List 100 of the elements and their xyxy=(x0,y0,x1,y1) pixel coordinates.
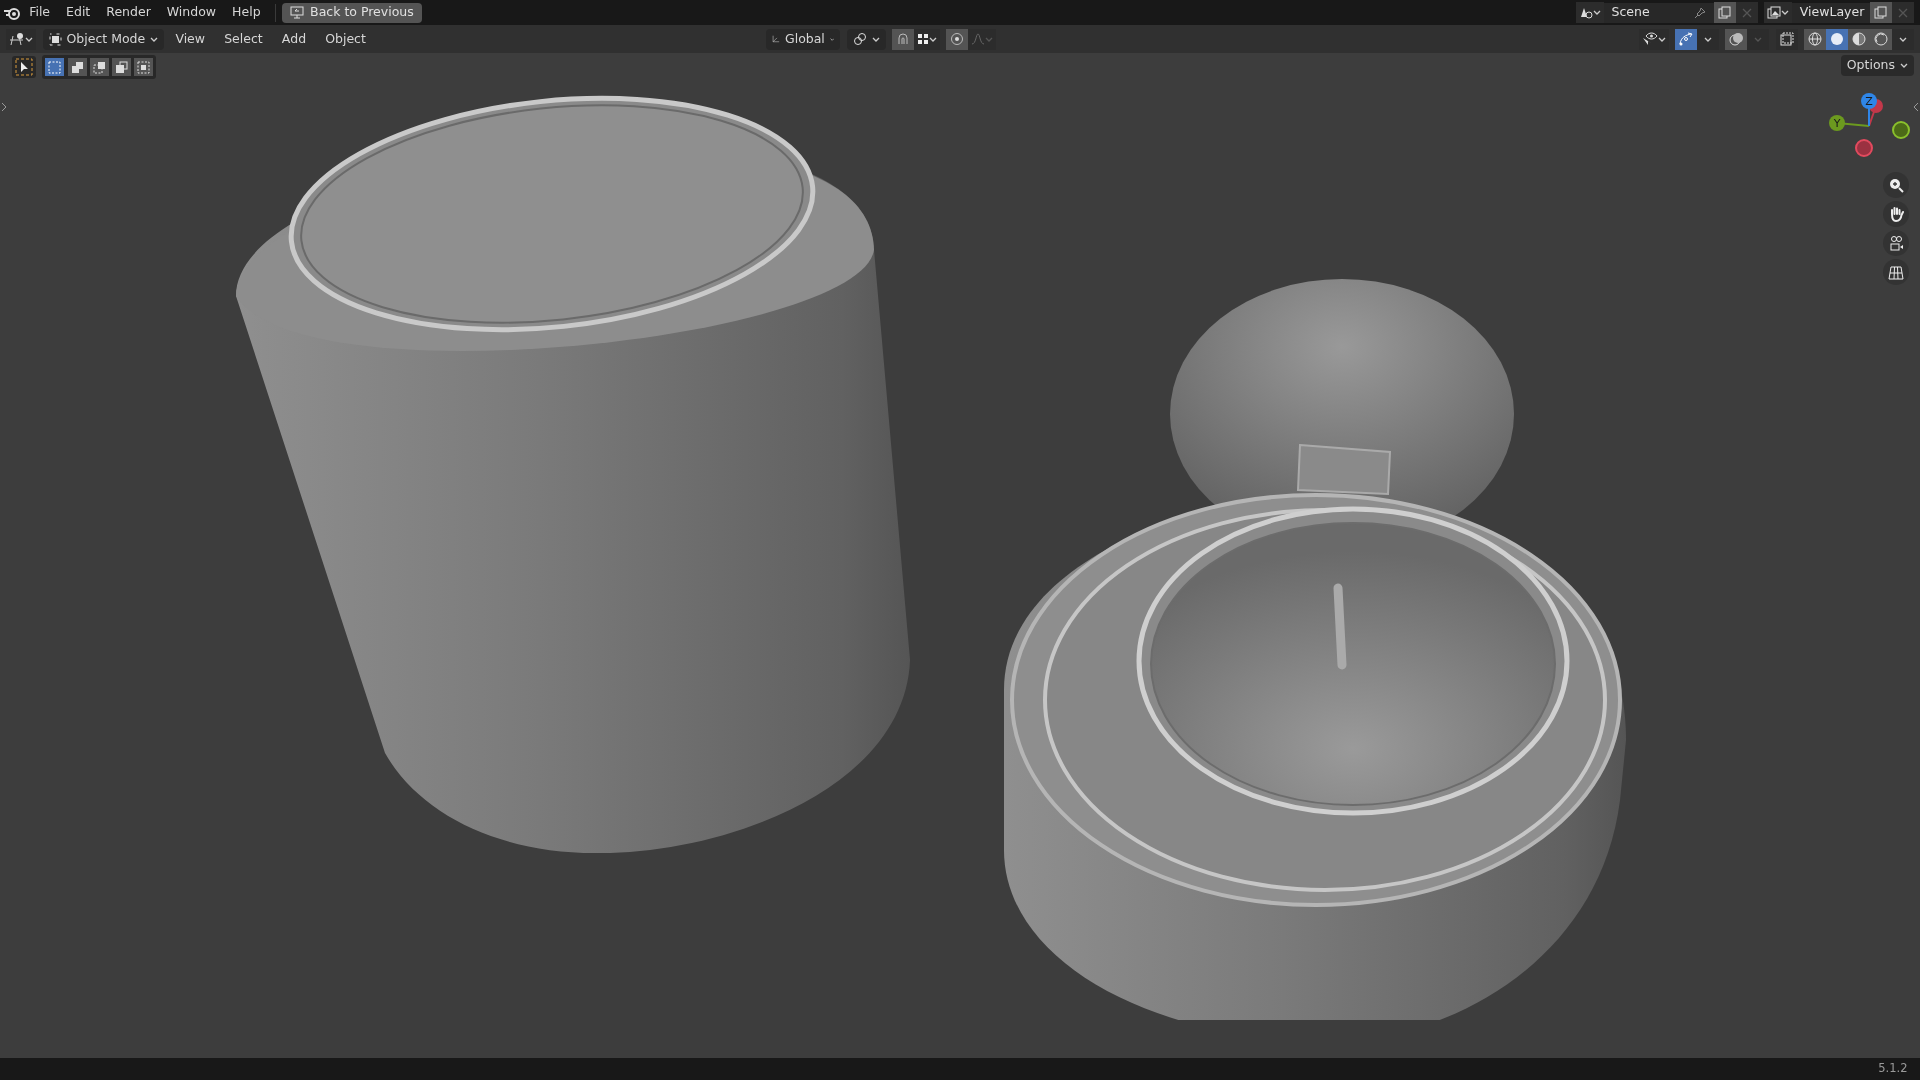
selection-mode-button[interactable] xyxy=(111,58,131,77)
wireframe-sphere-icon xyxy=(1807,32,1822,46)
options-label: Options xyxy=(1846,56,1895,75)
menu-item[interactable]: Edit xyxy=(58,1,99,24)
grid-plane-icon xyxy=(1888,264,1904,281)
camera-view-button[interactable] xyxy=(1883,230,1909,257)
caret-icon xyxy=(1780,9,1789,16)
axis-handle[interactable] xyxy=(1855,139,1873,157)
pivot-dropdown[interactable] xyxy=(846,28,886,50)
camera-icon xyxy=(1888,235,1904,252)
snap-target-dropdown[interactable] xyxy=(913,28,940,50)
axis-label: Y xyxy=(1833,117,1841,130)
caret-icon xyxy=(985,35,993,43)
viewport-icon xyxy=(9,32,26,46)
menu-item[interactable]: Help xyxy=(224,1,269,24)
xray-square-icon xyxy=(1779,32,1794,46)
axis-label: Z xyxy=(1865,95,1873,108)
grid-dots-icon xyxy=(916,33,929,45)
close-icon xyxy=(1897,7,1908,18)
caret-icon xyxy=(1704,35,1712,43)
scene-selector[interactable] xyxy=(1575,2,1604,23)
overlay-toggle[interactable] xyxy=(1725,28,1748,50)
object-mode-icon xyxy=(48,32,62,46)
mode-label: Object Mode xyxy=(66,29,146,48)
zoom-button[interactable] xyxy=(1883,172,1909,198)
scene-name-field[interactable]: Scene xyxy=(1603,2,1714,23)
hand-icon xyxy=(1888,206,1904,223)
copy-icon xyxy=(1874,6,1888,19)
caret-icon xyxy=(1898,35,1907,43)
menu-item[interactable]: File xyxy=(21,1,59,24)
falloff-curve-icon xyxy=(971,33,985,45)
menu-item[interactable]: Select xyxy=(216,27,271,51)
shaded-sphere-icon xyxy=(1873,32,1888,46)
scene-icon xyxy=(1578,6,1593,19)
menu-item[interactable]: Render xyxy=(98,1,159,24)
dashed-square-icon xyxy=(48,60,62,74)
axis-handle[interactable] xyxy=(1861,93,1877,109)
proportional-editing-toggle[interactable] xyxy=(946,28,968,50)
new-view-layer-button[interactable] xyxy=(1869,2,1892,23)
pan-button[interactable] xyxy=(1883,201,1909,228)
caret-icon xyxy=(1592,9,1601,16)
selectability-dropdown[interactable] xyxy=(1638,28,1669,50)
projection-button[interactable] xyxy=(1883,259,1909,286)
mode-dropdown[interactable]: Object Mode xyxy=(42,28,165,50)
copy-icon xyxy=(1718,6,1731,19)
xray-toggle[interactable] xyxy=(1775,28,1798,50)
menu-item[interactable]: View xyxy=(167,27,214,51)
select-tool-button[interactable] xyxy=(12,56,36,79)
caret-icon xyxy=(1900,62,1908,69)
sidebar-toggle-icon[interactable] xyxy=(1,102,7,112)
half-shaded-sphere-icon xyxy=(1851,32,1866,46)
target-circle-icon xyxy=(950,32,964,46)
monitor-icon xyxy=(290,6,305,19)
pin-icon xyxy=(1693,6,1706,19)
caret-icon xyxy=(871,35,880,43)
view-layer-field[interactable]: ViewLayer xyxy=(1791,2,1870,23)
zoom-icon xyxy=(1888,177,1904,193)
caret-icon xyxy=(829,35,835,43)
image-stack-icon xyxy=(1766,6,1781,19)
gizmo-toggle[interactable] xyxy=(1675,28,1697,50)
caret-icon xyxy=(150,35,159,43)
axis-handle[interactable] xyxy=(1829,115,1845,131)
menu-item[interactable]: Add xyxy=(273,27,315,51)
caret-icon xyxy=(928,35,937,43)
caret-icon xyxy=(1657,35,1666,43)
caret-icon xyxy=(25,35,34,43)
link-icon xyxy=(852,32,867,46)
selection-mode-button[interactable] xyxy=(89,58,109,77)
selection-mode-button[interactable] xyxy=(133,58,153,77)
menu-item[interactable]: Object xyxy=(317,27,374,51)
subtract-squares-icon xyxy=(92,60,106,74)
shading-mode-button[interactable] xyxy=(1803,28,1826,50)
scene-name: Scene xyxy=(1611,3,1651,22)
close-icon xyxy=(1741,7,1752,18)
selection-mode-button[interactable] xyxy=(45,58,65,77)
eye-cursor-icon xyxy=(1641,32,1658,46)
shading-mode-button[interactable] xyxy=(1847,28,1870,50)
selection-mode-button[interactable] xyxy=(67,58,87,77)
options-dropdown[interactable]: Options xyxy=(1840,55,1914,76)
version-label: 5.1.2 xyxy=(1878,1060,1908,1078)
editor-type-button[interactable] xyxy=(6,28,37,50)
back-to-previous-button[interactable]: Back to Previous xyxy=(282,2,422,23)
caret-icon xyxy=(1754,35,1763,43)
curve-arrow-icon xyxy=(1678,32,1694,46)
solid-sphere-icon xyxy=(1829,32,1844,46)
overlapping-squares-icon xyxy=(70,60,84,74)
snap-toggle[interactable] xyxy=(891,28,914,50)
intersect-squares-icon xyxy=(136,60,150,74)
cursor-dashed-box-icon xyxy=(15,58,33,77)
menu-item[interactable]: Window xyxy=(158,1,225,24)
shading-mode-button[interactable] xyxy=(1869,28,1892,50)
invert-squares-icon xyxy=(114,60,128,74)
new-scene-button[interactable] xyxy=(1713,2,1736,23)
orientation-dropdown[interactable]: Global xyxy=(766,28,841,50)
shading-mode-button[interactable] xyxy=(1825,28,1848,50)
magnet-icon xyxy=(895,32,910,46)
sidebar-toggle-icon[interactable] xyxy=(1913,102,1919,112)
overlapping-circles-icon xyxy=(1728,32,1744,46)
view-layer-selector[interactable] xyxy=(1763,2,1792,23)
axis-handle[interactable] xyxy=(1892,121,1910,139)
